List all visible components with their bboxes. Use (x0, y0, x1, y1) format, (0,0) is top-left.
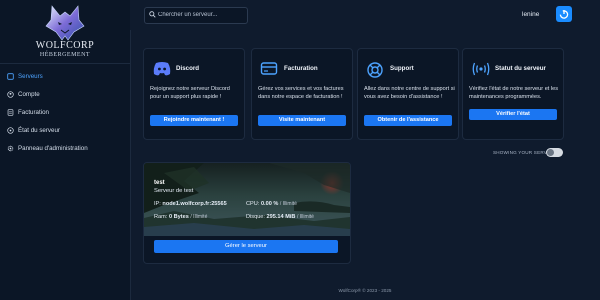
get-support-button[interactable]: Obtenir de l'assistance (364, 115, 452, 126)
status-card: Statut du serveur Vérifiez l'état de not… (462, 48, 564, 140)
search-input[interactable] (158, 9, 244, 21)
topbar: lenine (130, 0, 600, 30)
disk-label: Disque: (246, 214, 265, 220)
manage-server-button[interactable]: Gérer le serveur (154, 240, 338, 253)
toggle-knob (547, 149, 554, 156)
power-icon (559, 10, 569, 19)
search-icon (149, 11, 156, 18)
brand-subtitle: HÉBERGEMENT (39, 52, 91, 58)
server-icon (7, 73, 14, 80)
credit-card-icon (260, 62, 278, 75)
user-icon (7, 91, 14, 98)
server-name: test (154, 180, 165, 186)
user-menu-button[interactable] (556, 6, 572, 22)
ram-value: 0 Bytes (168, 214, 189, 220)
gear-icon (7, 145, 14, 152)
logo[interactable]: WOLFCORP HÉBERGEMENT (0, 0, 130, 62)
card-text: Vérifiez l'état de notre serveur et les … (469, 86, 559, 101)
ram-label: Ram: (154, 214, 168, 220)
card-text: Gérez vos services et vos factures dans … (258, 86, 344, 101)
server-card[interactable]: test Serveur de test IP: node1.wolfcorp.… (143, 162, 351, 264)
server-ip: IP: node1.wolfcorp.fr:25565 (154, 201, 227, 207)
lifebuoy-icon (367, 62, 383, 78)
server-cpu: CPU: 0.00 % / Illimité (246, 201, 297, 207)
sidebar: WOLFCORP HÉBERGEMENT Serveurs Compte Fac… (0, 0, 131, 300)
ip-value: node1.wolfcorp.fr:25565 (162, 201, 227, 207)
disk-value: 295.14 MiB (266, 214, 296, 220)
card-title: Discord (176, 65, 200, 72)
sidebar-divider (0, 63, 130, 64)
check-status-button[interactable]: Vérifier l'état (469, 109, 557, 120)
sidebar-item-serveurs[interactable]: Serveurs (0, 68, 130, 86)
sidebar-item-admin[interactable]: Panneau d'administration (0, 140, 130, 158)
card-text: Allez dans notre centre de support si vo… (364, 86, 455, 101)
discord-card: Discord Rejoignez notre serveur Discord … (143, 48, 245, 140)
sidebar-item-label: Panneau d'administration (18, 145, 88, 152)
username[interactable]: lenine (522, 11, 539, 18)
brand-name: WOLFCORP (35, 40, 95, 51)
sidebar-item-label: Facturation (18, 109, 49, 116)
ip-label: IP: (154, 201, 161, 207)
card-title: Statut du serveur (495, 65, 546, 72)
status-icon (7, 127, 14, 134)
card-text: Rejoignez notre serveur Discord pour un … (150, 86, 230, 101)
join-discord-button[interactable]: Rejoindre maintenant ! (150, 115, 238, 126)
search-box (144, 7, 248, 24)
card-title: Facturation (284, 65, 318, 72)
sidebar-item-label: État du serveur (18, 127, 60, 134)
disk-limit: / Illimité (297, 214, 314, 220)
sidebar-item-etat[interactable]: État du serveur (0, 122, 130, 140)
ram-limit: / Illimité (190, 214, 208, 220)
cpu-label: CPU: (246, 201, 260, 207)
server-disk: Disque: 295.14 MiB / Illimité (246, 214, 314, 220)
sidebar-nav: Serveurs Compte Facturation État du serv… (0, 68, 130, 158)
visit-billing-button[interactable]: Visite maintenant (258, 115, 346, 126)
footer-copyright: WolfCorp® © 2023 - 2025 (338, 288, 392, 293)
cpu-value: 0.00 % (260, 201, 279, 207)
sidebar-item-compte[interactable]: Compte (0, 86, 130, 104)
support-card: Support Allez dans notre centre de suppo… (357, 48, 459, 140)
wolf-logo-icon (45, 5, 85, 41)
billing-icon (7, 109, 14, 116)
banner-overlay (144, 163, 350, 236)
discord-icon (153, 62, 171, 76)
server-description: Serveur de test (154, 188, 194, 194)
server-ram: Ram: 0 Bytes / Illimité (154, 214, 207, 220)
sidebar-item-label: Serveurs (18, 73, 43, 80)
signal-icon (472, 62, 490, 76)
sidebar-item-label: Compte (18, 91, 40, 98)
show-servers-toggle[interactable] (546, 148, 563, 157)
sidebar-item-facturation[interactable]: Facturation (0, 104, 130, 122)
cpu-limit: / Illimité (279, 201, 297, 207)
billing-card: Facturation Gérez vos services et vos fa… (251, 48, 353, 140)
card-title: Support (390, 65, 414, 72)
